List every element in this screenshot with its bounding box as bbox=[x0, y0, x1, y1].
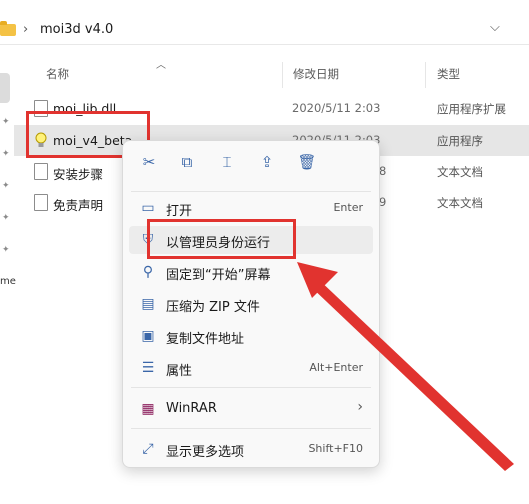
nav-scrollbar[interactable] bbox=[0, 73, 10, 103]
menu-item-pin-to-start[interactable]: ⚲ 固定到“开始”屏幕 bbox=[129, 258, 373, 286]
file-name: 安装步骤 bbox=[53, 167, 104, 182]
share-icon[interactable]: ⇪ bbox=[253, 153, 281, 177]
highlight-box-run-as-admin bbox=[147, 219, 296, 259]
pin-icon: ✦ bbox=[2, 245, 10, 255]
file-type: 文本文档 bbox=[437, 196, 483, 210]
cut-icon[interactable]: ✂ bbox=[135, 153, 163, 177]
menu-item-open[interactable]: ▭ 打开 Enter bbox=[129, 194, 373, 222]
text-file-icon bbox=[34, 194, 48, 211]
divider bbox=[0, 44, 529, 45]
menu-item-label: 显示更多选项 bbox=[166, 445, 245, 460]
file-type: 文本文档 bbox=[437, 165, 483, 179]
folder-icon bbox=[0, 21, 16, 36]
pin-icon: ✦ bbox=[2, 181, 10, 191]
file-date: 8 bbox=[379, 164, 387, 178]
menu-item-shortcut: Shift+F10 bbox=[308, 442, 363, 455]
column-divider[interactable] bbox=[425, 62, 426, 88]
menu-item-winrar[interactable]: ▦ WinRAR › bbox=[129, 395, 373, 423]
menu-item-label: 打开 bbox=[166, 204, 193, 219]
breadcrumb-current[interactable]: moi3d v4.0 bbox=[40, 22, 113, 37]
file-type: 应用程序 bbox=[437, 134, 483, 148]
properties-icon: ☰ bbox=[141, 360, 155, 376]
delete-icon[interactable]: 🗑 bbox=[293, 153, 321, 177]
menu-item-label: 属性 bbox=[166, 364, 193, 379]
column-header-modified[interactable]: 修改日期 bbox=[293, 66, 339, 82]
menu-item-properties[interactable]: ☰ 属性 Alt+Enter bbox=[129, 354, 373, 382]
pin-icon: ⚲ bbox=[142, 264, 154, 280]
nav-item-label[interactable]: me bbox=[0, 276, 16, 287]
chevron-right-icon: › bbox=[357, 399, 363, 415]
file-name: 免责声明 bbox=[53, 198, 104, 213]
file-type: 应用程序扩展 bbox=[437, 102, 506, 116]
text-file-icon bbox=[34, 163, 48, 180]
navigation-pane[interactable]: ✦ ✦ ✦ ✦ ✦ me bbox=[0, 55, 16, 504]
address-bar[interactable]: › moi3d v4.0 ⌵ bbox=[0, 10, 529, 54]
menu-item-copy-path[interactable]: ▣ 复制文件地址 bbox=[129, 322, 373, 350]
menu-item-compress-zip[interactable]: ▤ 压缩为 ZIP 文件 bbox=[129, 290, 373, 318]
context-menu[interactable]: ✂ ⧉ ⌶ ⇪ 🗑 ▭ 打开 Enter ⛨ 以管理员身份运行 ⚲ 固定到“开始… bbox=[122, 140, 380, 468]
menu-item-shortcut: Enter bbox=[333, 201, 363, 214]
show-more-icon: ⤢ bbox=[142, 441, 154, 457]
copy-icon[interactable]: ⧉ bbox=[173, 153, 201, 177]
column-header-type[interactable]: 类型 bbox=[437, 66, 460, 82]
menu-item-show-more-options[interactable]: ⤢ 显示更多选项 Shift+F10 bbox=[129, 435, 373, 463]
rename-icon[interactable]: ⌶ bbox=[213, 153, 241, 177]
column-header-name[interactable]: 名称 bbox=[46, 66, 69, 82]
menu-item-label: WinRAR bbox=[166, 401, 217, 416]
file-date: 9 bbox=[379, 195, 387, 209]
pin-icon: ✦ bbox=[2, 117, 10, 127]
menu-divider bbox=[131, 428, 371, 429]
menu-item-label: 复制文件地址 bbox=[166, 332, 245, 347]
breadcrumb-separator: › bbox=[23, 22, 29, 37]
open-icon: ▭ bbox=[141, 200, 155, 216]
file-date: 2020/5/11 2:03 bbox=[292, 101, 381, 115]
sort-ascending-icon: ︿ bbox=[156, 60, 166, 71]
menu-item-shortcut: Alt+Enter bbox=[309, 361, 363, 374]
menu-item-label: 压缩为 ZIP 文件 bbox=[166, 300, 260, 315]
copy-path-icon: ▣ bbox=[141, 328, 155, 344]
menu-divider bbox=[131, 387, 371, 388]
winrar-icon: ▦ bbox=[141, 401, 155, 417]
column-divider[interactable] bbox=[282, 62, 283, 88]
pin-icon: ✦ bbox=[2, 149, 10, 159]
address-dropdown-icon[interactable]: ⌵ bbox=[490, 20, 500, 35]
menu-divider bbox=[131, 191, 371, 192]
pin-icon: ✦ bbox=[2, 213, 10, 223]
menu-item-label: 固定到“开始”屏幕 bbox=[166, 268, 271, 283]
zip-icon: ▤ bbox=[141, 296, 155, 312]
